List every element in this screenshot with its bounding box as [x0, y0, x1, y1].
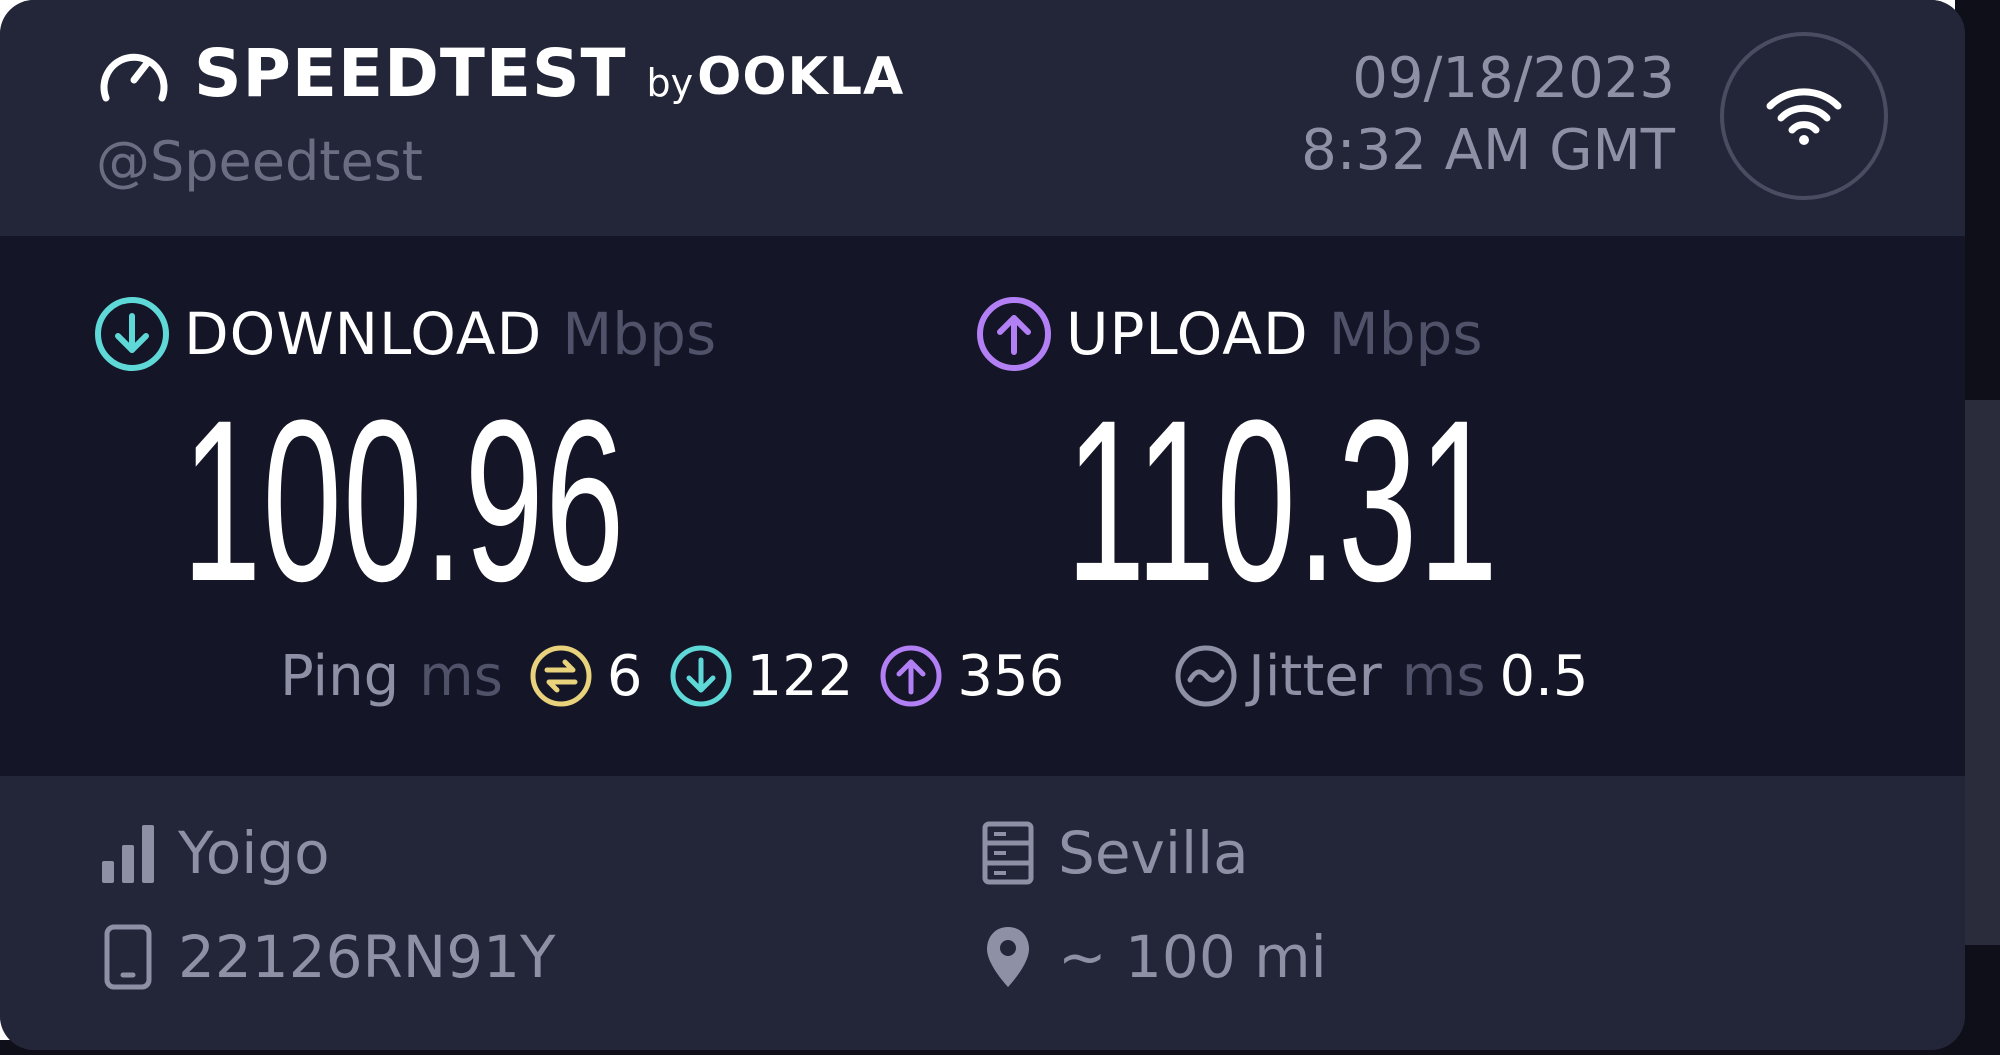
social-handle[interactable]: @Speedtest — [96, 130, 423, 193]
upload-unit: Mbps — [1328, 300, 1483, 368]
wifi-icon — [1766, 88, 1842, 145]
device-info: 22126RN91Y — [98, 922, 555, 992]
location-pin-icon — [978, 922, 1038, 992]
server-icon — [978, 818, 1038, 888]
download-label: DOWNLOAD — [184, 300, 543, 368]
download-latency-icon[interactable] — [669, 644, 733, 708]
phone-icon — [98, 922, 158, 992]
speedtest-result-card: SPEEDTEST by OOKLA @Speedtest 09/18/2023… — [0, 0, 1965, 1050]
jitter-unit: ms — [1401, 643, 1486, 709]
result-time: 8:32 AM GMT — [1301, 118, 1675, 183]
download-arrow-icon — [95, 297, 169, 371]
ping-unit: ms — [419, 643, 503, 709]
result-date: 09/18/2023 — [1352, 46, 1675, 111]
server-distance: ~ 100 mi — [1058, 923, 1327, 991]
upload-value: 110.31 — [1066, 372, 1500, 629]
download-unit: Mbps — [562, 300, 717, 368]
connection-details: Yoigo 22126RN91Y Sevilla ~ 100 mi — [0, 776, 1965, 1050]
brand-by: by — [646, 61, 694, 105]
jitter-icon[interactable] — [1174, 644, 1238, 708]
signal-bars-icon — [98, 818, 158, 888]
device-model: 22126RN91Y — [178, 923, 556, 991]
results-panel: DOWNLOAD Mbps 100.96 UPLOAD Mbps 110.31 … — [0, 236, 1965, 776]
ping-label: Ping — [280, 643, 400, 709]
upload-header: UPLOAD Mbps — [976, 296, 1483, 372]
gauge-icon — [100, 53, 168, 102]
upload-arrow-icon — [977, 297, 1051, 371]
provider-info[interactable]: Yoigo — [98, 818, 330, 888]
upload-label: UPLOAD — [1066, 300, 1309, 368]
download-value: 100.96 — [182, 372, 626, 629]
jitter-label: Jitter — [1248, 643, 1382, 709]
ping-idle-value: 6 — [606, 643, 643, 709]
server-info[interactable]: Sevilla — [978, 818, 1249, 888]
jitter-value: 0.5 — [1499, 643, 1589, 709]
brand-name: SPEEDTEST — [194, 34, 627, 112]
brand-company: OOKLA — [697, 47, 905, 107]
download-header: DOWNLOAD Mbps — [94, 296, 716, 372]
provider-name: Yoigo — [178, 819, 330, 887]
jitter-group: Jitter ms 0.5 — [1174, 643, 1589, 709]
server-name: Sevilla — [1058, 819, 1249, 887]
ping-upload-value: 356 — [957, 643, 1065, 709]
speedtest-logo: SPEEDTEST by OOKLA — [96, 35, 905, 112]
idle-latency-icon[interactable] — [529, 644, 593, 708]
ping-download-value: 122 — [746, 643, 854, 709]
connection-type-badge — [1720, 32, 1888, 200]
ping-jitter-row: Ping ms 6 122 356 Jitter ms 0.5 — [280, 636, 1589, 716]
upload-latency-icon[interactable] — [879, 644, 943, 708]
distance-info: ~ 100 mi — [978, 922, 1327, 992]
card-header: SPEEDTEST by OOKLA @Speedtest 09/18/2023… — [0, 0, 1965, 236]
